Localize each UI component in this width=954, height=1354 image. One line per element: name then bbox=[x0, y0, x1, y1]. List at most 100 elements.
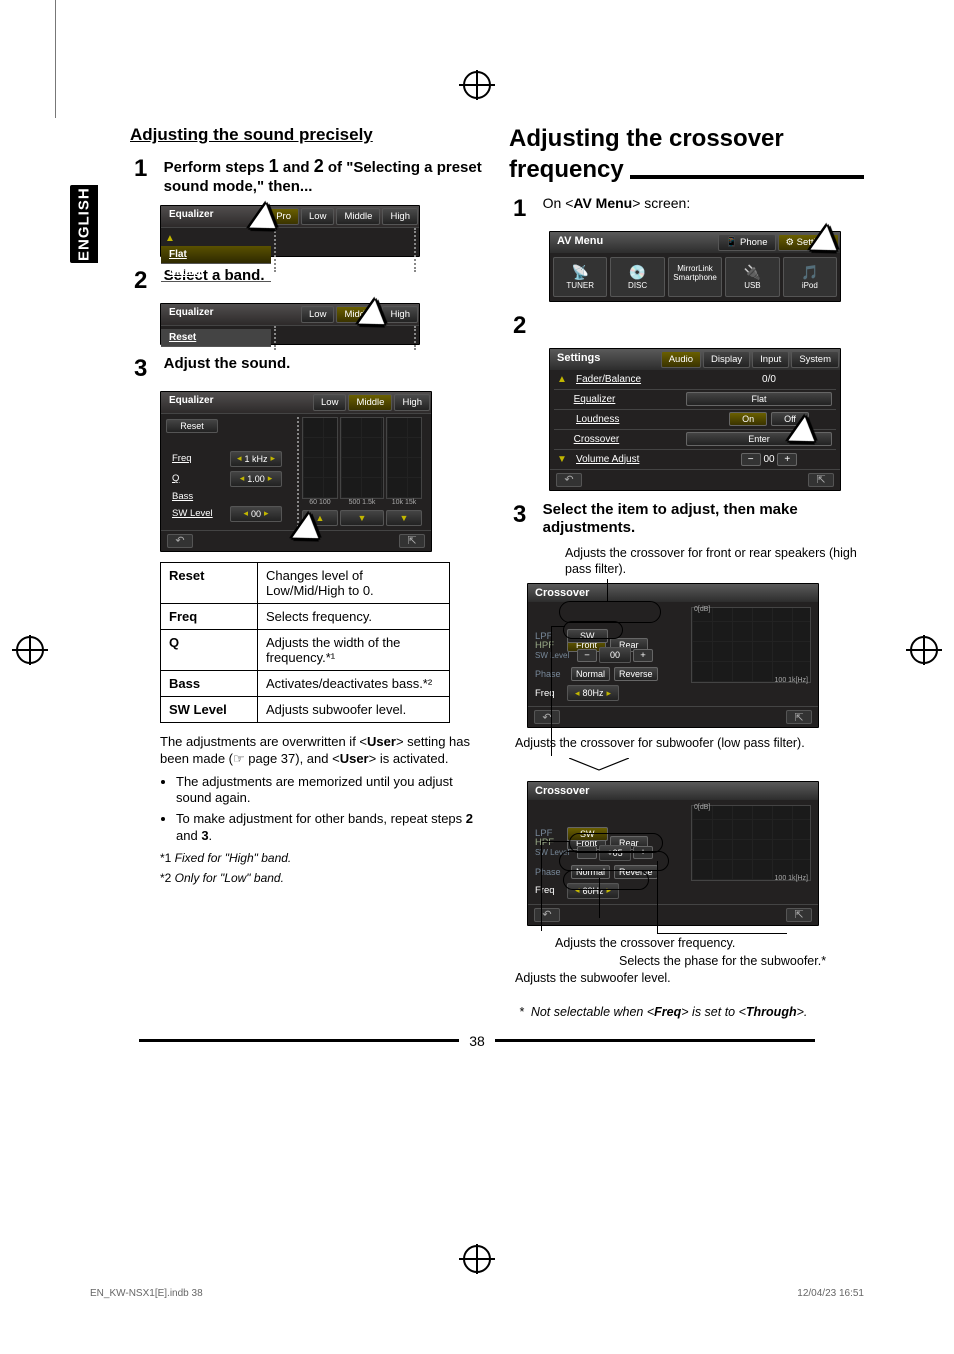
preset-natural[interactable]: Natural bbox=[161, 264, 271, 282]
crop-guide bbox=[55, 0, 56, 118]
reset-button[interactable]: Reset bbox=[161, 329, 271, 347]
expand-icon[interactable]: ⇱ bbox=[399, 534, 425, 548]
annotation-lpf: Adjusts the crossover for subwoofer (low… bbox=[515, 736, 864, 752]
screen-title: Crossover bbox=[528, 584, 818, 602]
param-swlevel-value[interactable]: 00 bbox=[230, 506, 282, 522]
leader-line bbox=[607, 579, 609, 601]
page-number: 38 bbox=[469, 1033, 485, 1049]
sw-minus[interactable]: − bbox=[577, 846, 597, 859]
back-icon[interactable]: ↶ bbox=[534, 908, 560, 922]
tile-tuner[interactable]: 📡TUNER bbox=[553, 257, 607, 297]
bullet-item: The adjustments are memorized until you … bbox=[176, 774, 485, 808]
back-icon[interactable]: ↶ bbox=[167, 534, 193, 548]
step-number: 1 bbox=[134, 155, 160, 183]
parameter-table: ResetChanges level of Low/Mid/High to 0.… bbox=[160, 562, 450, 723]
sw-plus[interactable]: + bbox=[633, 649, 653, 662]
vol-minus[interactable]: − bbox=[741, 453, 761, 466]
phase-reverse[interactable]: Reverse bbox=[614, 667, 658, 681]
step-text: Perform steps 1 and 2 of "Selecting a pr… bbox=[164, 155, 485, 197]
row-volume-adjust[interactable]: Volume Adjust bbox=[570, 450, 702, 469]
param-q-value[interactable]: 1.00 bbox=[230, 471, 282, 487]
bullet-item: To make adjustment for other bands, repe… bbox=[176, 811, 485, 845]
language-tab: ENGLISH bbox=[70, 185, 98, 263]
freq-label: Freq bbox=[535, 885, 565, 896]
row-crossover[interactable]: Crossover bbox=[568, 430, 682, 449]
step-text: On <AV Menu> screen: bbox=[543, 195, 691, 211]
freq-value[interactable]: 60Hz bbox=[567, 883, 619, 899]
annotation-freq: Adjusts the crossover frequency. bbox=[555, 936, 864, 952]
row-equalizer[interactable]: Equalizer bbox=[568, 390, 682, 409]
lpf-sw[interactable]: SW bbox=[567, 629, 608, 643]
leader-line bbox=[599, 878, 601, 918]
eq-updown[interactable]: ▼ bbox=[340, 510, 384, 526]
expand-icon[interactable]: ⇱ bbox=[808, 473, 834, 487]
back-icon[interactable]: ↶ bbox=[556, 473, 582, 487]
cell-desc: Adjusts the width of the frequency.*¹ bbox=[258, 629, 450, 670]
param-bass-label: Bass bbox=[168, 491, 228, 502]
sw-minus[interactable]: − bbox=[577, 649, 597, 662]
settings-tab-input[interactable]: Input bbox=[752, 351, 789, 368]
crop-mark bbox=[904, 635, 944, 665]
row-fader-balance[interactable]: Fader/Balance bbox=[570, 370, 702, 389]
settings-tab-display[interactable]: Display bbox=[703, 351, 750, 368]
row-value[interactable]: Flat bbox=[686, 392, 832, 406]
eq-tab-low[interactable]: Low bbox=[301, 208, 334, 225]
section-title: Adjusting the crossover bbox=[509, 125, 864, 154]
crop-mark bbox=[457, 1244, 497, 1274]
phase-normal[interactable]: Normal bbox=[571, 865, 610, 879]
sw-plus[interactable]: + bbox=[633, 846, 653, 859]
loudness-on[interactable]: On bbox=[729, 412, 767, 426]
freq-label: Freq bbox=[535, 688, 565, 699]
lpf-label: LPF bbox=[535, 631, 565, 642]
preset-flat[interactable]: Flat bbox=[161, 246, 271, 264]
phone-tab[interactable]: 📱 Phone bbox=[718, 234, 776, 251]
param-q-label: Q bbox=[168, 473, 228, 484]
expand-icon[interactable]: ⇱ bbox=[786, 908, 812, 922]
footer-left: EN_KW-NSX1[E].indb 38 bbox=[90, 1288, 203, 1299]
param-freq-label: Freq bbox=[168, 453, 228, 464]
annotation-hpf: Adjusts the crossover for front or rear … bbox=[565, 546, 864, 577]
eq-tab-middle[interactable]: Middle bbox=[348, 394, 392, 411]
leader-line bbox=[551, 626, 565, 628]
eq-updown[interactable]: ▼ bbox=[386, 510, 422, 526]
bracket-icon bbox=[569, 758, 629, 772]
page-footer-rule: 38 bbox=[0, 1033, 954, 1049]
expand-icon[interactable]: ⇱ bbox=[786, 710, 812, 724]
cell-label: Q bbox=[161, 629, 258, 670]
step-number: 3 bbox=[513, 501, 539, 529]
tile-ipod[interactable]: 🎵iPod bbox=[783, 257, 837, 297]
back-icon[interactable]: ↶ bbox=[534, 710, 560, 724]
eq-tab-high[interactable]: High bbox=[382, 208, 418, 225]
cell-label: SW Level bbox=[161, 696, 258, 722]
leader-line bbox=[541, 841, 569, 843]
settings-tab-system[interactable]: System bbox=[791, 351, 839, 368]
vol-value: 00 bbox=[763, 454, 774, 465]
eq-tab-low[interactable]: Low bbox=[301, 306, 334, 323]
row-loudness[interactable]: Loudness bbox=[570, 410, 702, 429]
footnote: * Not selectable when <Freq> is set to <… bbox=[519, 1005, 864, 1019]
tile-mirrorlink[interactable]: MirrorLink Smartphone bbox=[668, 257, 722, 297]
eq-tab-low[interactable]: Low bbox=[313, 394, 346, 411]
cell-desc: Activates/deactivates bass.*² bbox=[258, 670, 450, 696]
phase-normal[interactable]: Normal bbox=[571, 667, 610, 681]
cell-label: Freq bbox=[161, 603, 258, 629]
tile-usb[interactable]: 🔌USB bbox=[725, 257, 779, 297]
leader-line bbox=[551, 626, 553, 756]
eq-tab-high[interactable]: High bbox=[394, 394, 430, 411]
lpf-label: LPF bbox=[535, 828, 565, 839]
cell-label: Bass bbox=[161, 670, 258, 696]
equalizer-screen-2: Equalizer Low Middle High Reset bbox=[160, 303, 420, 345]
vol-plus[interactable]: + bbox=[777, 453, 797, 466]
screen-title: Settings bbox=[550, 349, 660, 370]
freq-value[interactable]: 80Hz bbox=[567, 685, 619, 701]
eq-tab-middle[interactable]: Middle bbox=[336, 208, 380, 225]
settings-tab-audio[interactable]: Audio bbox=[661, 351, 701, 368]
leader-line bbox=[657, 933, 787, 935]
tile-disc[interactable]: 💿DISC bbox=[610, 257, 664, 297]
screen-title: Crossover bbox=[528, 782, 818, 800]
reset-button[interactable]: Reset bbox=[166, 419, 218, 433]
lpf-sw[interactable]: SW bbox=[567, 827, 608, 841]
eq-graph-mid bbox=[340, 417, 384, 499]
phase-reverse[interactable]: Reverse bbox=[614, 865, 658, 879]
param-freq-value[interactable]: 1 kHz bbox=[230, 451, 282, 467]
